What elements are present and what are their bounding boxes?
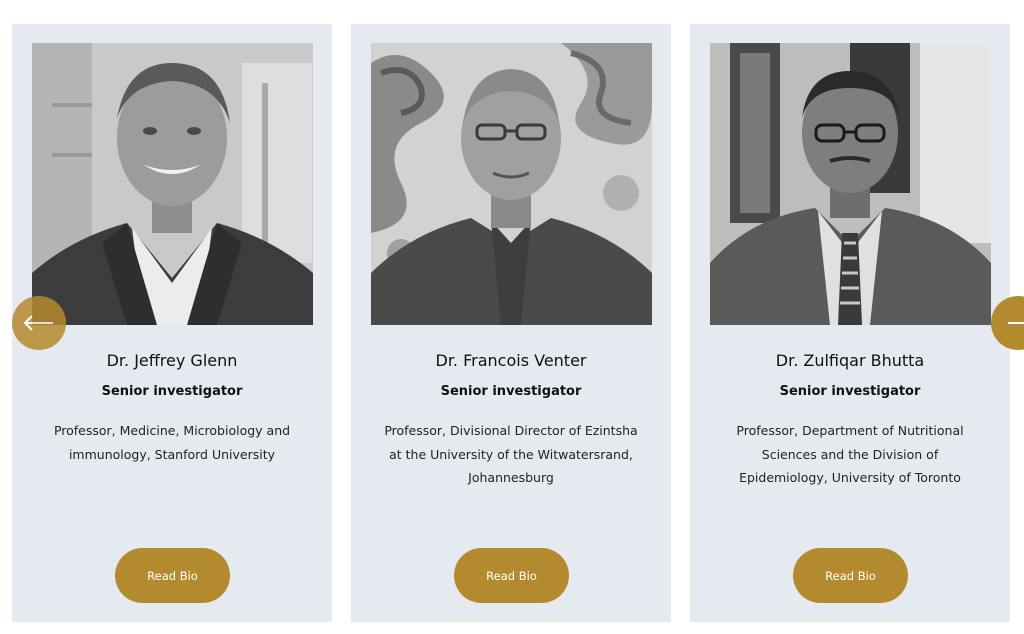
carousel-prev-button[interactable] — [12, 296, 66, 350]
team-carousel: Dr. Jeffrey Glenn Senior investigator Pr… — [0, 0, 1024, 634]
arrow-left-icon — [23, 315, 53, 331]
portrait-photo — [371, 43, 652, 325]
member-description: Professor, Divisional Director of Ezints… — [384, 423, 638, 485]
member-name: Dr. Jeffrey Glenn — [106, 351, 238, 370]
member-description: Professor, Medicine, Microbiology and im… — [53, 423, 291, 462]
member-role: Senior investigator — [101, 384, 243, 399]
read-bio-button[interactable]: Read Bio — [115, 548, 230, 603]
portrait-photo — [710, 43, 991, 325]
member-description: Professor, Department of Nutritional Sci… — [736, 423, 964, 485]
arrow-right-icon — [1008, 322, 1024, 324]
team-card: Dr. Francois Venter Senior investigator … — [351, 24, 671, 622]
team-card: Dr. Zulfiqar Bhutta Senior investigator … — [690, 24, 1010, 622]
member-role: Senior investigator — [779, 384, 921, 399]
member-name: Dr. Francois Venter — [435, 351, 587, 370]
read-bio-button[interactable]: Read Bio — [454, 548, 569, 603]
portrait-photo — [32, 43, 313, 325]
member-name: Dr. Zulfiqar Bhutta — [775, 351, 925, 370]
read-bio-button[interactable]: Read Bio — [793, 548, 908, 603]
member-role: Senior investigator — [440, 384, 582, 399]
